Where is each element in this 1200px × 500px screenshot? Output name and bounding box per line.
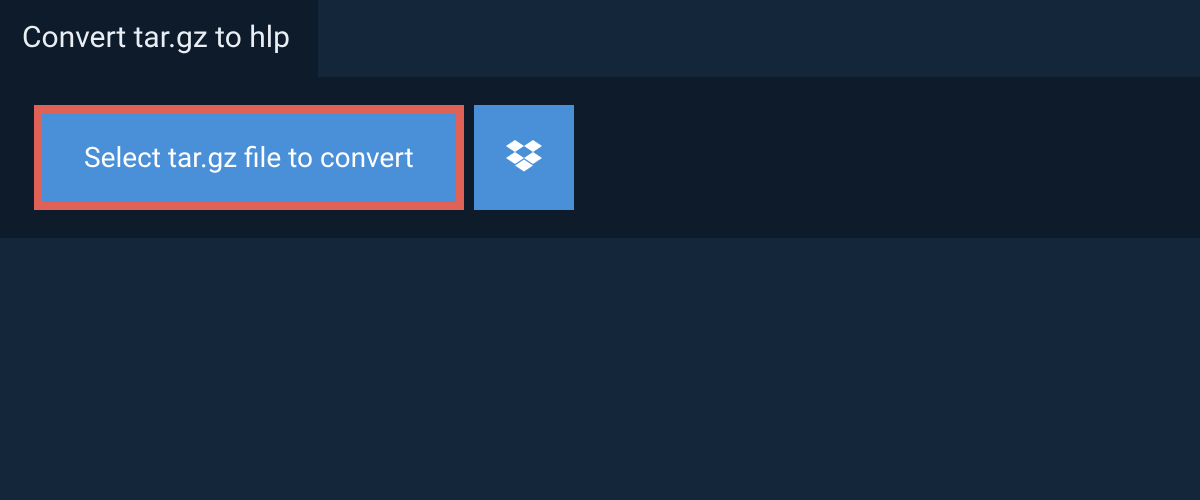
dropbox-button[interactable]: [474, 105, 574, 210]
page-title: Convert tar.gz to hlp: [22, 20, 290, 55]
button-row: Select tar.gz file to convert: [34, 105, 1166, 210]
header-tab: Convert tar.gz to hlp: [0, 0, 318, 77]
select-file-button[interactable]: Select tar.gz file to convert: [34, 105, 464, 210]
dropbox-icon: [506, 140, 542, 176]
file-select-panel: Select tar.gz file to convert: [0, 77, 1200, 238]
select-file-label: Select tar.gz file to convert: [84, 141, 414, 174]
